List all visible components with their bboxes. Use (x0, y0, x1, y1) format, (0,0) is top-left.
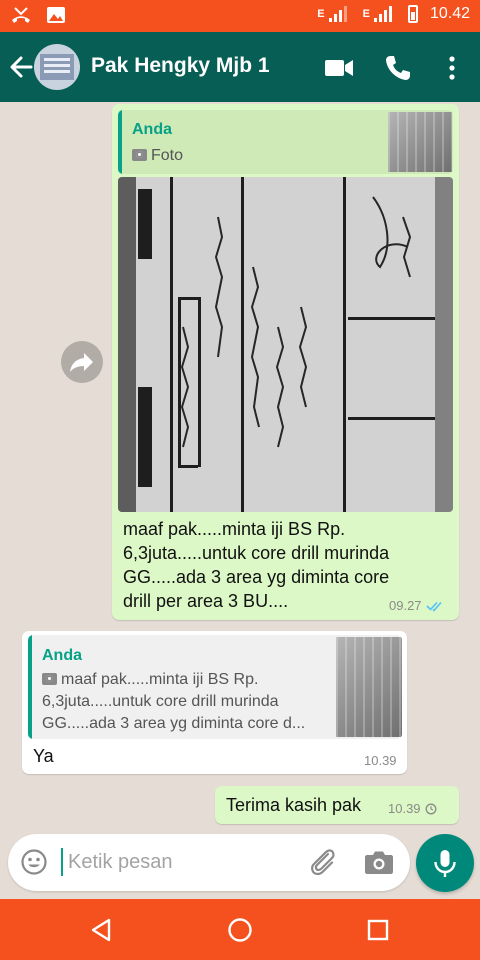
message-time: 10.39 (364, 753, 397, 768)
read-receipt-icon (425, 601, 442, 612)
message-bubble-incoming[interactable]: Anda maaf pak.....minta iji BS Rp. 6,3ju… (22, 631, 407, 774)
quote-author: Anda (132, 121, 172, 138)
message-input[interactable] (68, 844, 298, 880)
contact-name[interactable]: Pak Hengky Mjb 1 (91, 54, 270, 78)
photo-icon (132, 149, 147, 161)
voice-call-icon[interactable] (382, 52, 414, 84)
quote-text: maaf pak.....minta iji BS Rp. 6,3juta...… (42, 671, 306, 732)
quote-text: Foto (151, 147, 184, 164)
nav-back-icon[interactable] (87, 915, 117, 945)
gallery-notification-icon (47, 7, 65, 23)
battery-icon (407, 5, 418, 23)
message-time: 09.27 (389, 598, 422, 613)
mic-icon (434, 850, 456, 877)
system-nav-bar (0, 899, 480, 960)
missed-call-icon (12, 7, 30, 23)
chat-area[interactable]: Anda Foto maaf pak.....minta iji BS Rp. … (0, 102, 480, 899)
network-type-2: E (362, 8, 370, 20)
forward-button[interactable] (61, 341, 103, 383)
receipt-photo (118, 177, 453, 512)
text-caret (61, 848, 63, 876)
quoted-message[interactable]: Anda maaf pak.....minta iji BS Rp. 6,3ju… (28, 635, 402, 739)
quote-bar (28, 635, 32, 739)
message-bubble-outgoing[interactable]: Anda Foto maaf pak.....minta iji BS Rp. … (112, 104, 459, 620)
quote-thumbnail (388, 112, 452, 172)
signal-strength-1-icon (328, 6, 347, 22)
message-meta: 10.39 (364, 753, 397, 768)
message-text: Ya (33, 746, 54, 766)
message-text: Terima kasih pak (226, 795, 362, 815)
more-vert-icon[interactable] (436, 52, 468, 84)
quoted-message[interactable]: Anda Foto (118, 110, 453, 174)
message-bubble-outgoing[interactable]: Terima kasih pak 10.39 (215, 786, 459, 824)
forward-icon (70, 353, 93, 372)
nav-home-icon[interactable] (225, 915, 255, 945)
contact-avatar[interactable] (34, 44, 80, 90)
photo-icon (42, 673, 57, 685)
quote-text-row: Foto (132, 145, 183, 167)
signal-strength-2-icon (373, 6, 392, 22)
quote-thumbnail (336, 637, 402, 737)
photo-attachment[interactable] (118, 177, 453, 512)
clock-pending-icon (425, 803, 436, 814)
video-call-icon[interactable] (323, 52, 355, 84)
attach-icon[interactable] (308, 846, 338, 878)
status-bar: E E 10.42 (0, 0, 480, 32)
voice-record-button[interactable] (416, 834, 474, 892)
nav-recents-icon[interactable] (363, 915, 393, 945)
message-meta: 09.27 (389, 598, 446, 613)
emoji-icon[interactable] (20, 848, 48, 876)
message-composer (8, 834, 410, 891)
message-time: 10.39 (388, 801, 421, 816)
message-meta: 10.39 (388, 801, 437, 816)
network-type-1: E (317, 8, 325, 20)
chat-header: Pak Hengky Mjb 1 (0, 32, 480, 102)
back-arrow-icon[interactable] (6, 50, 36, 84)
status-time: 10.42 (429, 5, 470, 22)
quote-author: Anda (42, 647, 82, 664)
quote-bar (118, 110, 122, 174)
camera-icon[interactable] (364, 848, 394, 876)
